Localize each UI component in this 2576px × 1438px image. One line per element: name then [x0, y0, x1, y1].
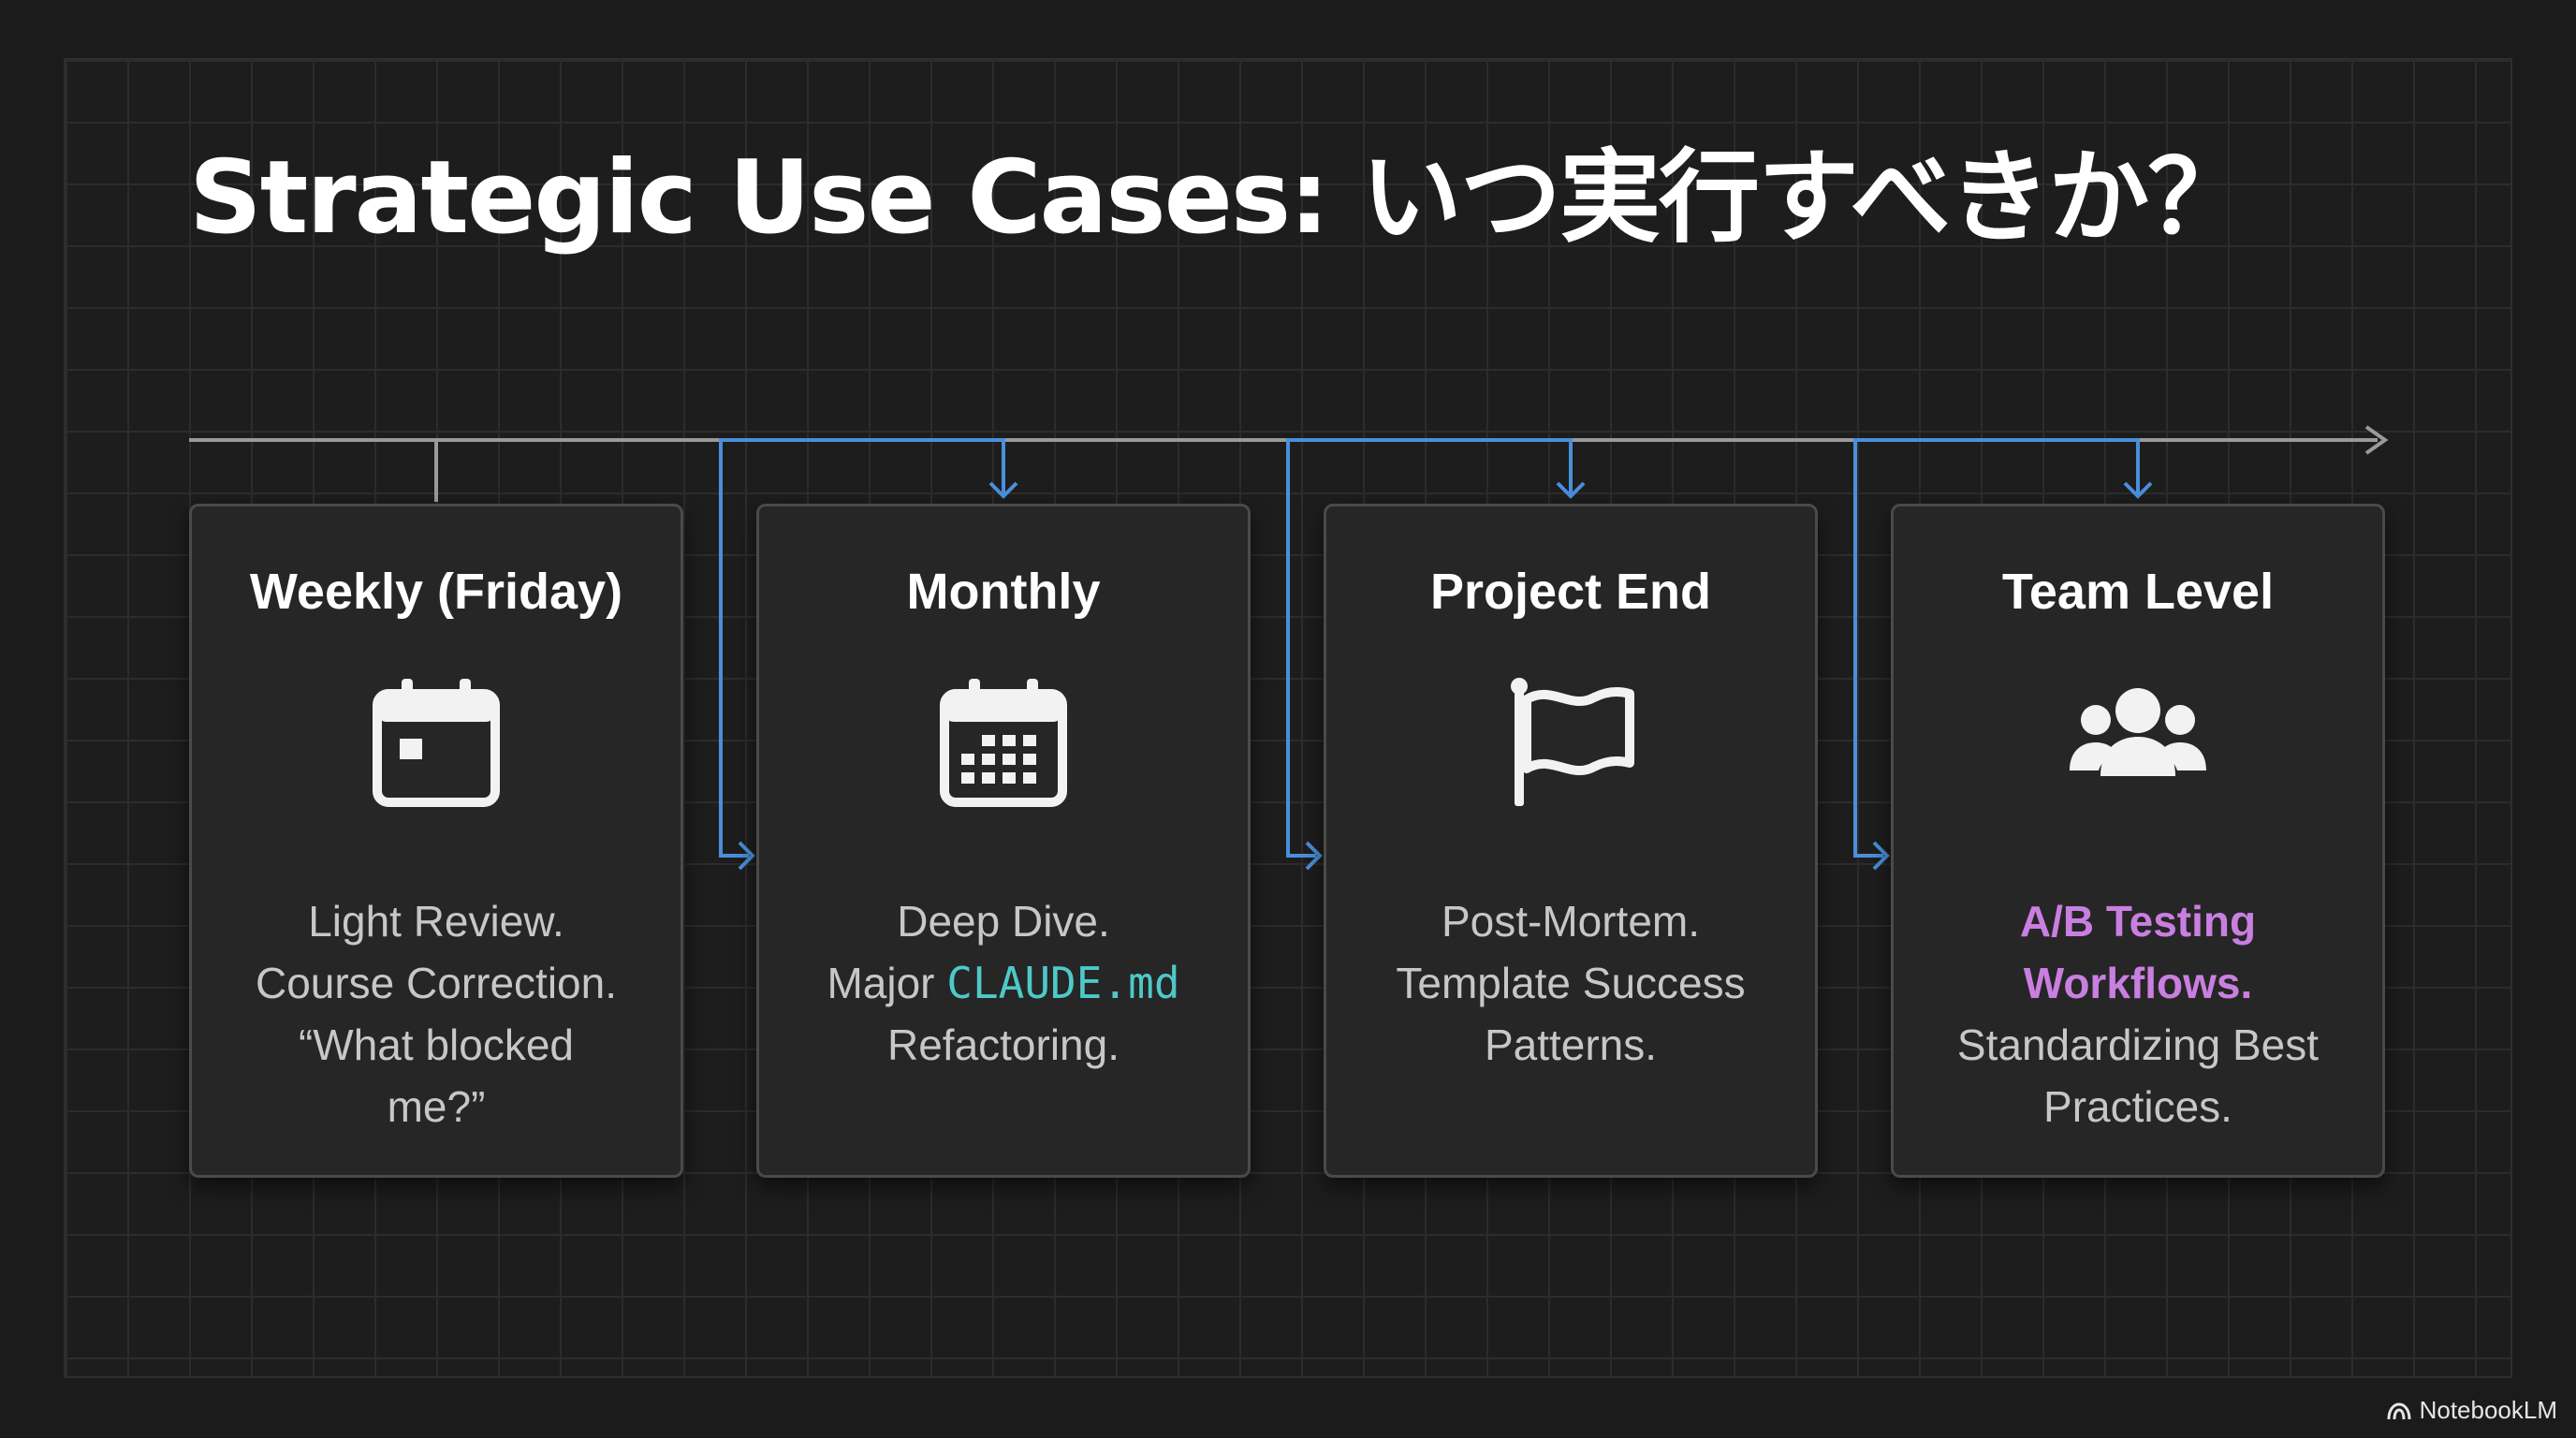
flag-icon: [1511, 678, 1634, 806]
card-project-end: Project End Post-Mortem. Template Succes…: [1324, 504, 1818, 1178]
calendar-grid-icon: [940, 679, 1067, 807]
card-team-level: Team Level A/B Testing Workflows. Standa…: [1891, 504, 2385, 1178]
highlight-line: Workflows.: [2023, 959, 2253, 1007]
desc-line: Refactoring.: [886, 1020, 1120, 1069]
desc-line: “What blocked: [298, 1020, 574, 1069]
card-description: Post-Mortem. Template Success Patterns.: [1345, 890, 1796, 1076]
notebooklm-watermark: NotebookLM: [2386, 1396, 2557, 1425]
users-icon: [2070, 688, 2206, 776]
card-description: Deep Dive. Major CLAUDE.md Refactoring.: [778, 890, 1229, 1076]
card-title: Weekly (Friday): [249, 564, 623, 620]
desc-line: Major CLAUDE.md: [778, 952, 1229, 1014]
desc-line: Patterns.: [1484, 1020, 1658, 1069]
watermark-text: NotebookLM: [2419, 1396, 2557, 1424]
card-monthly: Monthly Deep Dive. Major CLAUDE.md Refac…: [756, 504, 1251, 1178]
card-title: Project End: [1429, 564, 1712, 620]
desc-line: Post-Mortem.: [1441, 897, 1701, 946]
highlight-line: A/B Testing: [2019, 897, 2257, 946]
desc-line: Light Review.: [308, 897, 564, 946]
card-description: A/B Testing Workflows. Standardizing Bes…: [1912, 890, 2364, 1137]
desc-line: me?”: [387, 1082, 486, 1131]
desc-line: Deep Dive.: [897, 897, 1110, 946]
card-title: Team Level: [2001, 564, 2275, 620]
notebooklm-logo-icon: [2387, 1401, 2411, 1419]
calendar-icon: [373, 679, 500, 807]
desc-line: Standardizing Best: [1956, 1020, 2320, 1069]
card-description: Light Review. Course Correction. “What b…: [211, 890, 662, 1137]
code-filename: CLAUDE.md: [946, 958, 1180, 1008]
desc-line: Template Success: [1396, 959, 1746, 1007]
desc-line: Course Correction.: [255, 959, 618, 1007]
desc-prefix: Major: [827, 959, 947, 1007]
desc-line: Practices.: [2043, 1082, 2232, 1131]
card-title: Monthly: [906, 564, 1101, 620]
card-weekly: Weekly (Friday) Light Review. Course Cor…: [189, 504, 683, 1178]
